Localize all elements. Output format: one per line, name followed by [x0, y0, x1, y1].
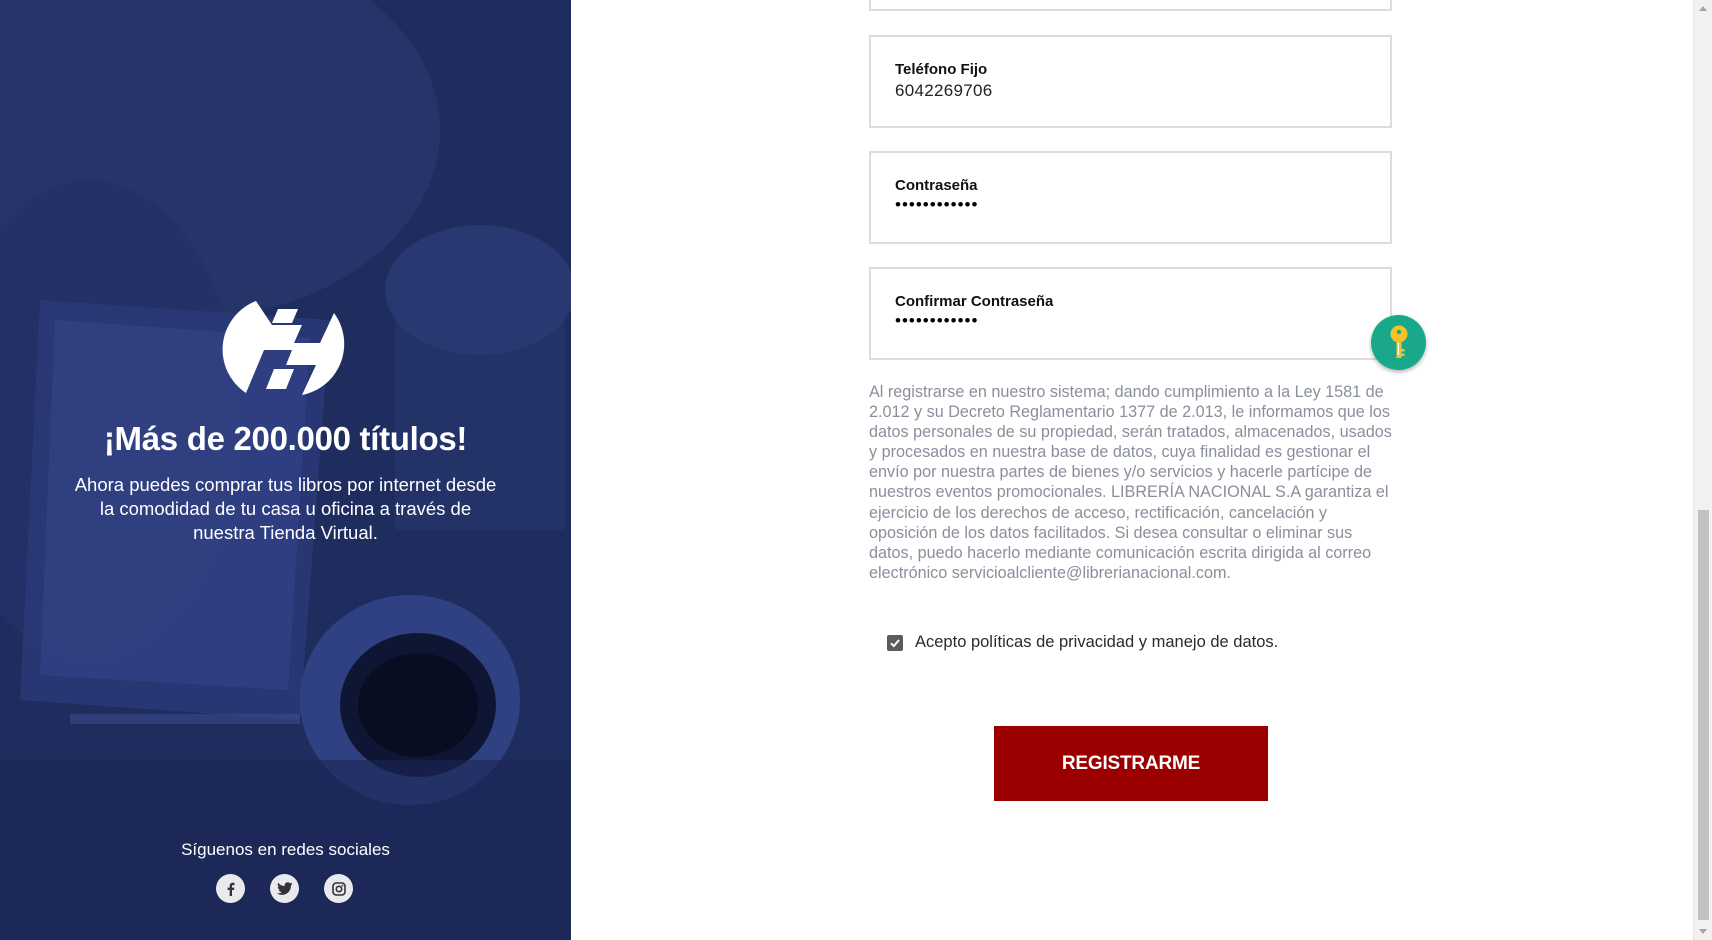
scroll-down-arrow-icon[interactable] — [1699, 929, 1707, 934]
background-photo — [0, 0, 571, 940]
scroll-thumb[interactable] — [1698, 510, 1709, 920]
twitter-button[interactable] — [270, 874, 299, 903]
scrollbar[interactable] — [1693, 0, 1712, 940]
instagram-button[interactable] — [324, 874, 353, 903]
phone-input[interactable]: 6042269706 — [895, 81, 993, 101]
confirm-password-field[interactable]: Confirmar Contraseña •••••••••••• — [869, 267, 1392, 360]
consent-checkbox[interactable] — [887, 634, 903, 651]
data-privacy-notice: Al registrarse en nuestro sistema; dando… — [869, 383, 1392, 582]
facebook-button[interactable] — [216, 874, 245, 903]
hero-description: Ahora puedes comprar tus libros por inte… — [74, 474, 497, 543]
social-heading: Síguenos en redes sociales — [181, 840, 390, 859]
consent-label: Acepto políticas de privacidad y manejo … — [915, 633, 1279, 651]
promo-panel: ¡Más de 200.000 títulos! Ahora puedes co… — [0, 0, 571, 940]
confirm-password-input[interactable]: •••••••••••• — [895, 311, 978, 331]
consent-row[interactable]: Acepto políticas de privacidad y manejo … — [887, 633, 1278, 652]
instagram-icon — [331, 881, 346, 896]
brand-logo — [222, 301, 345, 395]
twitter-icon — [276, 881, 292, 895]
registration-form: Teléfono Fijo 6042269706 Contraseña ••••… — [571, 0, 1693, 940]
password-label: Contraseña — [895, 177, 978, 194]
scroll-up-arrow-icon[interactable] — [1699, 6, 1707, 11]
password-manager-button[interactable] — [1371, 315, 1426, 370]
previous-field[interactable] — [869, 0, 1392, 11]
phone-label: Teléfono Fijo — [895, 61, 988, 78]
password-input[interactable]: •••••••••••• — [895, 195, 978, 215]
key-icon — [1390, 325, 1407, 358]
phone-field[interactable]: Teléfono Fijo 6042269706 — [869, 35, 1392, 128]
confirm-password-label: Confirmar Contraseña — [895, 293, 1054, 310]
hero-headline: ¡Más de 200.000 títulos! — [103, 420, 468, 457]
register-button[interactable]: REGISTRARME — [994, 726, 1268, 801]
social-links — [0, 874, 571, 903]
checkmark-icon — [890, 638, 900, 647]
facebook-icon — [227, 882, 234, 896]
password-field[interactable]: Contraseña •••••••••••• — [869, 151, 1392, 244]
